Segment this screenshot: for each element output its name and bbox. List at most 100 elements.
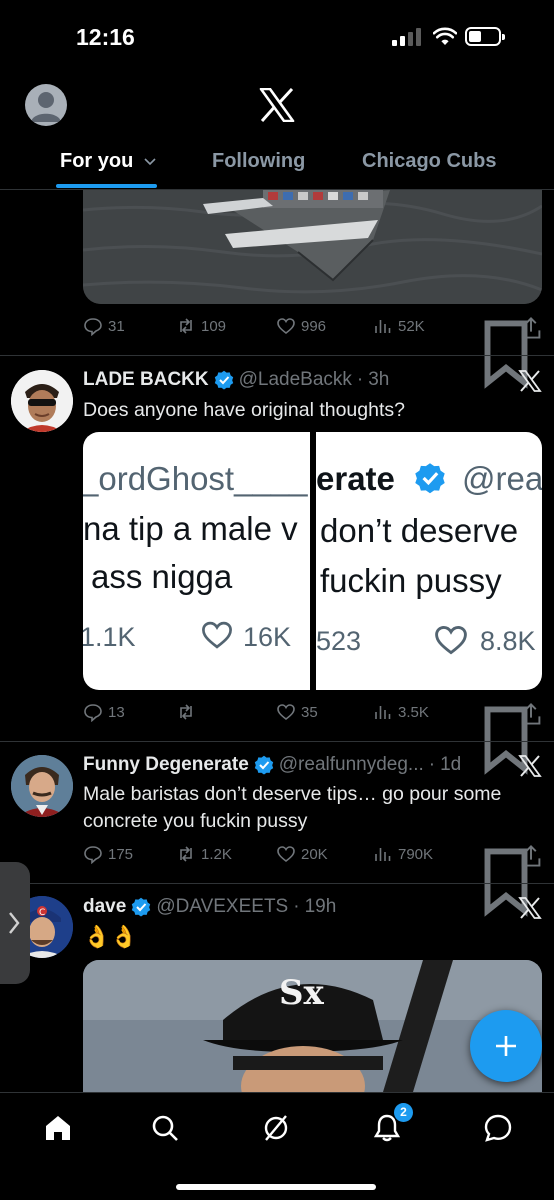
side-drawer-handle[interactable] [0, 862, 30, 984]
views-icon [375, 320, 391, 333]
x-logo-icon[interactable] [518, 369, 542, 393]
status-bar: 12:16 [0, 0, 554, 80]
status-time: 12:16 [76, 24, 135, 50]
heart-icon [277, 318, 295, 335]
home-icon[interactable] [43, 1113, 73, 1143]
embed-right-reposts: 523 [316, 626, 362, 656]
embed-left-panel: _ordGhost____ na tip a male v ass nigga … [83, 432, 310, 690]
author-handle[interactable]: @realfunnydeg... [279, 754, 424, 776]
share-icon[interactable] [519, 702, 543, 726]
view-count: 3.5K [398, 703, 429, 721]
tab-for-you[interactable]: For you [60, 150, 157, 173]
chevron-right-icon [9, 912, 20, 934]
share-icon[interactable] [519, 316, 543, 340]
cellular-signal-icon [392, 28, 422, 46]
views-button[interactable]: 790K [373, 844, 433, 864]
heart-icon [202, 621, 232, 649]
timeline-tabs: For you Following Chicago Cubs [0, 140, 554, 190]
wifi-icon [433, 27, 457, 45]
heart-icon [277, 846, 295, 863]
embed-right-handle: @rea [462, 460, 542, 497]
embed-left-handle: _ordGhost____ [83, 460, 308, 497]
repost-icon [180, 704, 192, 720]
reply-count: 31 [108, 317, 125, 335]
reply-icon [84, 846, 102, 864]
verified-badge-icon [132, 897, 151, 917]
embed-right-likes: 8.8K [480, 626, 536, 656]
repost-count: 109 [201, 317, 227, 335]
repost-button[interactable]: 109 [176, 316, 226, 336]
post-embedded-image[interactable]: _ordGhost____ na tip a male v ass nigga … [83, 432, 542, 690]
post-time[interactable]: 19h [305, 896, 337, 918]
views-icon [375, 848, 391, 861]
repost-icon [180, 846, 192, 862]
x-logo-icon[interactable] [259, 88, 295, 122]
post-header: LADE BACKK @LadeBackk · 3h [83, 369, 389, 391]
reply-count: 13 [108, 703, 125, 721]
post-text: Male baristas don’t deserve tips… go pou… [83, 783, 502, 832]
verified-badge-icon [254, 755, 273, 775]
x-logo-icon[interactable] [518, 896, 542, 920]
avatar[interactable] [11, 755, 73, 817]
share-icon[interactable] [519, 844, 543, 868]
post-time[interactable]: 3h [368, 369, 389, 391]
embed-right-line2: fuckin pussy [320, 562, 502, 599]
author-name[interactable]: LADE BACKK [83, 369, 209, 391]
post-text: 👌👌 [83, 924, 138, 949]
reply-icon [84, 704, 102, 722]
post-header: dave @DAVEXEETS · 19h [83, 896, 336, 918]
plus-icon [496, 1036, 516, 1056]
dot-separator: · [356, 369, 364, 390]
author-name[interactable]: dave [83, 896, 126, 918]
author-name[interactable]: Funny Degenerate [83, 754, 249, 776]
tab-label: For you [60, 150, 134, 172]
author-handle[interactable]: @DAVEXEETS [156, 896, 288, 918]
tab-chicago-cubs[interactable]: Chicago Cubs [362, 150, 496, 173]
post-actions: 13 35 3.5K [83, 702, 543, 775]
embed-left-line2: ass nigga [91, 558, 233, 595]
author-handle[interactable]: @LadeBackk [239, 369, 352, 391]
notification-badge: 2 [394, 1103, 413, 1122]
repost-button[interactable]: 1.2K [176, 844, 232, 864]
messages-icon[interactable] [483, 1113, 513, 1143]
like-count: 35 [301, 703, 318, 721]
post-media-image[interactable]: Sx [83, 960, 542, 1092]
heart-icon [277, 704, 295, 721]
verified-badge-icon [214, 370, 233, 390]
search-icon[interactable] [150, 1113, 180, 1143]
post-header: Funny Degenerate @realfunnydeg... · 1d [83, 754, 461, 776]
view-count: 52K [398, 317, 425, 335]
active-tab-indicator [56, 184, 157, 188]
compose-post-button[interactable] [470, 1010, 542, 1082]
post-time[interactable]: 1d [440, 754, 461, 776]
repost-button[interactable] [176, 702, 201, 722]
battery-icon [465, 27, 505, 46]
post-actions: 175 1.2K 20K 790K [83, 844, 543, 917]
grok-icon[interactable] [261, 1113, 291, 1143]
tab-following[interactable]: Following [212, 150, 305, 173]
dot-separator: · [293, 896, 300, 917]
svg-text:Sx: Sx [279, 973, 325, 1013]
reply-button[interactable]: 31 [83, 316, 125, 336]
like-button[interactable]: 20K [276, 844, 328, 864]
views-button[interactable]: 52K [373, 316, 425, 336]
x-logo-icon[interactable] [518, 754, 542, 778]
profile-avatar[interactable] [25, 84, 67, 126]
avatar[interactable] [11, 370, 73, 432]
embed-right-line1: don’t deserve [320, 512, 519, 549]
like-button[interactable]: 35 [276, 702, 318, 722]
post-divider [0, 883, 554, 884]
like-button[interactable]: 996 [276, 316, 326, 336]
reply-button[interactable]: 175 [83, 844, 133, 864]
like-count: 996 [301, 317, 327, 335]
home-indicator [176, 1184, 376, 1190]
embed-right-name: erate [316, 460, 395, 497]
post-actions: 31 109 996 52K [83, 316, 543, 389]
post-media-image[interactable] [83, 190, 542, 304]
verified-badge-icon [415, 463, 445, 494]
reply-icon [84, 318, 102, 336]
reply-button[interactable]: 13 [83, 702, 125, 722]
embed-left-reposts: 1.1K [83, 622, 136, 652]
repost-count: 1.2K [201, 845, 232, 863]
views-button[interactable]: 3.5K [373, 702, 429, 722]
